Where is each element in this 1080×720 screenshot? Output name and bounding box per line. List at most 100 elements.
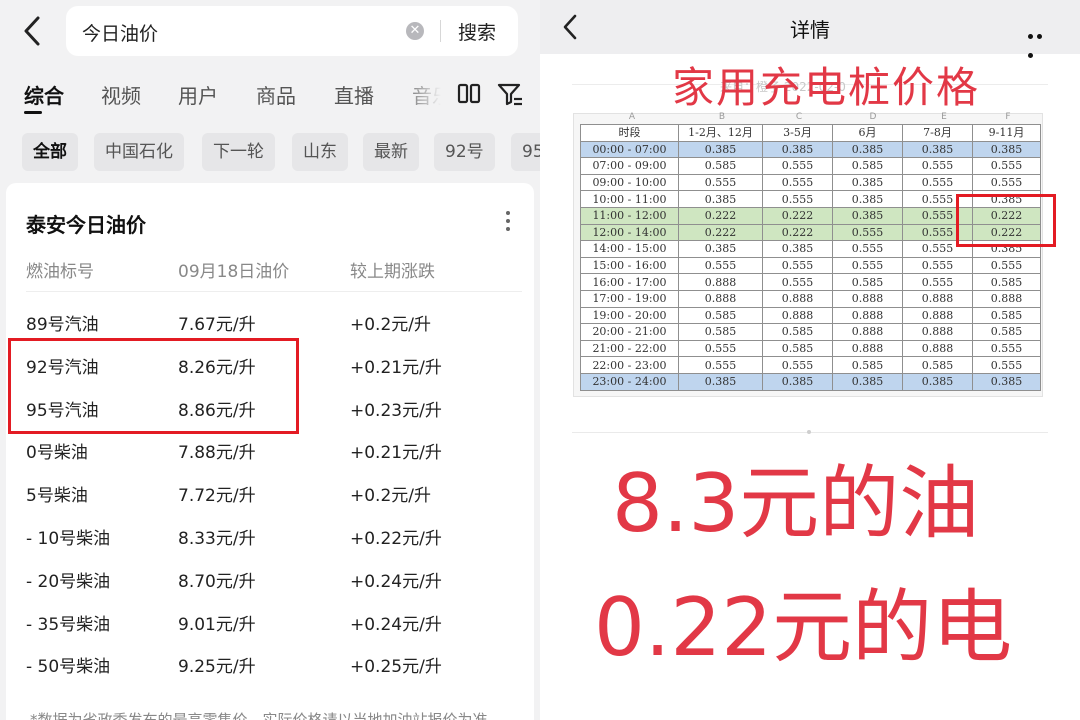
clear-icon[interactable]: ✕ [406, 22, 424, 40]
price-cell: 0.385 [762, 372, 833, 391]
price-cell: 0.585 [832, 157, 903, 175]
price-cell: 0.555 [762, 157, 833, 175]
chip-latest[interactable]: 最新 [363, 133, 419, 171]
search-button[interactable]: 搜索 [458, 18, 496, 45]
table-row: 23:00 - 24:00 0.385 0.385 0.385 0.385 0.385 [580, 372, 1041, 391]
price-cell: 0.385 [678, 190, 763, 208]
more-options-icon[interactable] [1028, 24, 1054, 58]
price-cell: 0.222 [678, 223, 763, 242]
table-row: 21:00 - 22:00 0.555 0.585 0.888 0.888 0.555 [580, 339, 1041, 358]
charging-price-sheet: A B C D E F 时段 1-2月、12月 3-5月 6月 7-8月 9-11月 00:… [573, 112, 1043, 397]
price-cell: 0.555 [762, 256, 833, 275]
tab-live[interactable]: 直播 [334, 80, 374, 109]
price-cell: 0.888 [678, 273, 763, 291]
tab-products[interactable]: 商品 [256, 80, 296, 109]
price-cell: 0.555 [678, 256, 763, 275]
time-period-cell: 16:00 - 17:00 [580, 273, 679, 291]
table-row: 07:00 - 09:00 0.585 0.555 0.585 0.555 0.555 [580, 157, 1041, 175]
price-change: +0.25元/升 [350, 657, 442, 678]
price-cell: 0.585 [832, 273, 903, 291]
price-cell: 0.888 [902, 323, 973, 341]
more-options-icon[interactable] [506, 211, 512, 233]
fuel-grade: - 10号柴油 [26, 529, 111, 549]
oil-price-row: - 20号柴油 8.70元/升 +0.24元/升 [6, 567, 534, 609]
price-cell: 0.555 [762, 173, 833, 192]
price-cell: 0.385 [902, 140, 973, 159]
oil-price-row: 0号柴油 7.88元/升 +0.21元/升 [6, 438, 534, 480]
price-cell: 0.555 [972, 356, 1041, 374]
time-period-cell: 11:00 - 12:00 [580, 206, 679, 225]
search-divider [440, 20, 441, 42]
price-cell: 0.555 [972, 173, 1041, 192]
fuel-grade: 89号汽油 [26, 315, 99, 335]
time-period-cell: 17:00 - 19:00 [580, 289, 679, 308]
fuel-price: 7.88元/升 [178, 443, 256, 464]
price-cell: 0.555 [902, 273, 973, 291]
detail-panel: 详情 来自：橙子·2022-02-0 家用充电桩价格 A B C D E F 时… [540, 0, 1080, 720]
price-change: +0.2元/升 [350, 315, 432, 335]
price-cell: 0.888 [832, 306, 903, 325]
fuel-price: 7.67元/升 [178, 315, 256, 335]
chip-next-round[interactable]: 下一轮 [202, 133, 275, 171]
price-cell: 0.585 [972, 273, 1041, 291]
price-cell: 0.555 [762, 190, 833, 208]
table-row: 19:00 - 20:00 0.585 0.888 0.888 0.888 0.585 [580, 306, 1041, 325]
filter-chips: 全部 中国石化 下一轮 山东 最新 92号 95 [22, 133, 540, 171]
chip-92[interactable]: 92号 [434, 133, 495, 171]
price-cell: 0.385 [762, 140, 833, 159]
detail-header: 详情 [540, 0, 1080, 58]
chip-95[interactable]: 95 [511, 133, 540, 171]
time-period-cell: 12:00 - 14:00 [580, 223, 679, 242]
time-period-cell: 21:00 - 22:00 [580, 339, 679, 358]
price-cell: 0.585 [972, 323, 1041, 341]
fuel-price: 7.72元/升 [178, 486, 256, 507]
table-row: 20:00 - 21:00 0.585 0.585 0.888 0.888 0.585 [580, 323, 1041, 341]
price-cell: 0.555 [972, 157, 1041, 175]
fuel-price: 8.70元/升 [178, 571, 256, 592]
chip-shandong[interactable]: 山东 [292, 133, 348, 171]
header-divider [26, 291, 522, 292]
price-cell: 0.385 [832, 173, 903, 192]
fuel-price: 9.01元/升 [178, 614, 256, 635]
fuel-price: 8.33元/升 [178, 529, 256, 549]
search-input[interactable]: 今日油价 ✕ 搜索 [66, 6, 518, 56]
tab-fade [398, 78, 452, 114]
column-letter: F [1005, 112, 1011, 122]
tab-video[interactable]: 视频 [101, 80, 141, 109]
fuel-grade: - 35号柴油 [26, 614, 111, 635]
time-period-cell: 19:00 - 20:00 [580, 306, 679, 325]
header-price-date: 09月18日油价 [178, 262, 290, 282]
chip-all[interactable]: 全部 [22, 133, 78, 171]
price-cell: 0.555 [762, 273, 833, 291]
price-cell: 0.585 [902, 356, 973, 374]
oil-price-row: - 10号柴油 8.33元/升 +0.22元/升 [6, 524, 534, 566]
card-title: 泰安今日油价 [26, 213, 146, 237]
table-row: 00:00 - 07:00 0.385 0.385 0.385 0.385 0.385 [580, 140, 1041, 159]
price-cell: 0.585 [762, 339, 833, 358]
electricity-price-slogan: 0.22元的电 [594, 581, 1013, 674]
data-footnote: *数据为省政委发布的最高零售价，实际价格请以当地加油站报价为准 [30, 711, 488, 720]
table-row: 16:00 - 17:00 0.888 0.555 0.585 0.555 0.585 [580, 273, 1041, 291]
price-cell: 0.888 [902, 289, 973, 308]
back-icon[interactable] [18, 14, 46, 48]
tab-users[interactable]: 用户 [178, 80, 218, 109]
time-period-cell: 14:00 - 15:00 [580, 240, 679, 258]
header-fuel-grade: 燃油标号 [26, 262, 94, 282]
price-cell: 0.385 [832, 206, 903, 225]
highlight-box-0222 [956, 194, 1056, 247]
fuel-grade: 5号柴油 [26, 486, 88, 507]
table-row: 17:00 - 19:00 0.888 0.888 0.888 0.888 0.888 [580, 289, 1041, 308]
layout-toggle-icon[interactable] [456, 81, 482, 107]
detail-title: 详情 [790, 18, 830, 42]
price-cell: 0.555 [902, 256, 973, 275]
chip-sinopec[interactable]: 中国石化 [94, 133, 184, 171]
price-cell: 0.555 [678, 173, 763, 192]
price-cell: 0.385 [972, 372, 1041, 391]
tab-comprehensive[interactable]: 综合 [24, 80, 64, 109]
price-cell: 0.888 [762, 289, 833, 308]
price-cell: 0.385 [832, 140, 903, 159]
price-cell: 0.888 [832, 289, 903, 308]
price-cell: 0.888 [902, 339, 973, 358]
price-cell: 0.585 [762, 323, 833, 341]
filter-icon[interactable] [496, 80, 524, 108]
